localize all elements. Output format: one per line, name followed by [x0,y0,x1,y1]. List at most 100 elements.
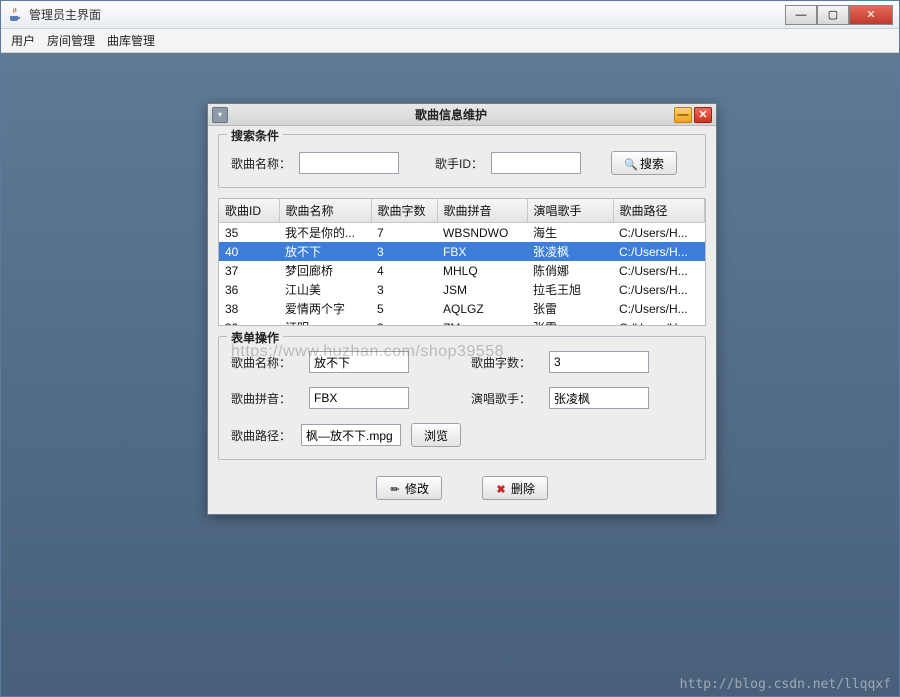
menu-library[interactable]: 曲库管理 [107,32,155,49]
form-path-input[interactable] [301,424,401,446]
search-button[interactable]: 搜索 [611,151,677,175]
browse-button[interactable]: 浏览 [411,423,461,447]
cell-path: C:/Users/H... [613,261,705,280]
cell-singer: 海生 [527,223,613,243]
song-name-label: 歌曲名称： [231,155,291,172]
cell-pinyin: WBSNDWO [437,223,527,243]
cell-id: 40 [219,242,279,261]
delete-button-label: 删除 [511,480,535,497]
menubar: 用户 房间管理 曲库管理 [1,29,899,53]
main-window-title: 管理员主界面 [29,6,785,23]
cell-name: 江山美 [279,280,371,299]
cell-name: 我不是你的... [279,223,371,243]
song-name-input[interactable] [299,152,399,174]
main-titlebar: 管理员主界面 — ▢ ✕ [1,1,899,29]
cell-count: 4 [371,261,437,280]
cell-id: 38 [219,299,279,318]
modify-button-label: 修改 [405,480,429,497]
cell-singer: 张雷 [527,318,613,326]
search-icon [624,157,636,169]
main-window: 管理员主界面 — ▢ ✕ 用户 房间管理 曲库管理 ▾ 歌曲信息维护 — ✕ 搜… [0,0,900,697]
table-row[interactable]: 36江山美3JSM拉毛王旭C:/Users/H... [219,280,705,299]
col-path[interactable]: 歌曲路径 [613,199,705,223]
cell-count: 3 [371,280,437,299]
cell-path: C:/Users/H... [613,280,705,299]
action-row: 修改 删除 [218,470,706,502]
modify-button[interactable]: 修改 [376,476,442,500]
cell-name: 梦回廊桥 [279,261,371,280]
window-controls: — ▢ ✕ [785,5,893,25]
form-name-input[interactable] [309,351,409,373]
table-row[interactable]: 35我不是你的...7WBSNDWO海生C:/Users/H... [219,223,705,243]
search-group: 搜索条件 歌曲名称： 歌手ID： 搜索 [218,134,706,188]
table-row[interactable]: 38爱情两个字5AQLGZ张雷C:/Users/H... [219,299,705,318]
menu-room[interactable]: 房间管理 [47,32,95,49]
form-path-label: 歌曲路径： [231,427,291,444]
cell-count: 2 [371,318,437,326]
cell-singer: 张凌枫 [527,242,613,261]
search-group-title: 搜索条件 [227,127,283,144]
col-name[interactable]: 歌曲名称 [279,199,371,223]
cell-path: C:/Users/H... [613,299,705,318]
col-singer[interactable]: 演唱歌手 [527,199,613,223]
dialog-close-button[interactable]: ✕ [694,107,712,123]
cell-singer: 陈俏娜 [527,261,613,280]
cell-id: 36 [219,280,279,299]
cell-singer: 张雷 [527,299,613,318]
cell-id: 37 [219,261,279,280]
col-pinyin[interactable]: 歌曲拼音 [437,199,527,223]
form-singer-input[interactable] [549,387,649,409]
cell-name: 证明 [279,318,371,326]
cell-name: 放不下 [279,242,371,261]
cell-count: 3 [371,242,437,261]
cell-path: C:/Users/H... [613,318,705,326]
cell-singer: 拉毛王旭 [527,280,613,299]
col-id[interactable]: 歌曲ID [219,199,279,223]
cell-pinyin: AQLGZ [437,299,527,318]
form-pinyin-label: 歌曲拼音： [231,390,291,407]
close-button[interactable]: ✕ [849,5,893,25]
dialog-titlebar: ▾ 歌曲信息维护 — ✕ [208,104,716,126]
edit-icon [389,482,401,494]
form-singer-label: 演唱歌手： [471,390,531,407]
menu-user[interactable]: 用户 [11,32,35,49]
singer-id-input[interactable] [491,152,581,174]
form-count-label: 歌曲字数： [471,354,531,371]
browse-button-label: 浏览 [424,427,448,444]
table-header-row: 歌曲ID 歌曲名称 歌曲字数 歌曲拼音 演唱歌手 歌曲路径 [219,199,705,223]
dialog-minimize-button[interactable]: — [674,107,692,123]
dialog-title: 歌曲信息维护 [228,106,674,123]
col-count[interactable]: 歌曲字数 [371,199,437,223]
cell-count: 7 [371,223,437,243]
minimize-button[interactable]: — [785,5,817,25]
cell-path: C:/Users/H... [613,242,705,261]
song-maintenance-dialog: ▾ 歌曲信息维护 — ✕ 搜索条件 歌曲名称： 歌手ID： [207,103,717,515]
song-table[interactable]: 歌曲ID 歌曲名称 歌曲字数 歌曲拼音 演唱歌手 歌曲路径 35我不是你的...… [218,198,706,326]
cell-count: 5 [371,299,437,318]
form-group-title: 表单操作 [227,329,283,346]
singer-id-label: 歌手ID： [435,155,483,172]
workspace: ▾ 歌曲信息维护 — ✕ 搜索条件 歌曲名称： 歌手ID： [1,53,899,696]
java-icon [7,7,23,23]
watermark-bottom: http://blog.csdn.net/llqqxf [680,677,891,692]
form-pinyin-input[interactable] [309,387,409,409]
maximize-button[interactable]: ▢ [817,5,849,25]
form-name-label: 歌曲名称： [231,354,291,371]
table-row[interactable]: 39证明2ZM张雷C:/Users/H... [219,318,705,326]
search-button-label: 搜索 [640,155,664,172]
form-group: 表单操作 歌曲名称： 歌曲字数： 歌曲拼音： 演唱歌手： 歌曲路径： [218,336,706,460]
table-row[interactable]: 40放不下3FBX张凌枫C:/Users/H... [219,242,705,261]
dialog-system-icon[interactable]: ▾ [212,107,228,123]
delete-button[interactable]: 删除 [482,476,548,500]
cell-id: 39 [219,318,279,326]
cell-pinyin: JSM [437,280,527,299]
table-row[interactable]: 37梦回廊桥4MHLQ陈俏娜C:/Users/H... [219,261,705,280]
form-count-input[interactable] [549,351,649,373]
dialog-body: 搜索条件 歌曲名称： 歌手ID： 搜索 [208,126,716,514]
cell-id: 35 [219,223,279,243]
cell-pinyin: ZM [437,318,527,326]
cell-pinyin: MHLQ [437,261,527,280]
cell-pinyin: FBX [437,242,527,261]
delete-icon [495,482,507,494]
cell-name: 爱情两个字 [279,299,371,318]
